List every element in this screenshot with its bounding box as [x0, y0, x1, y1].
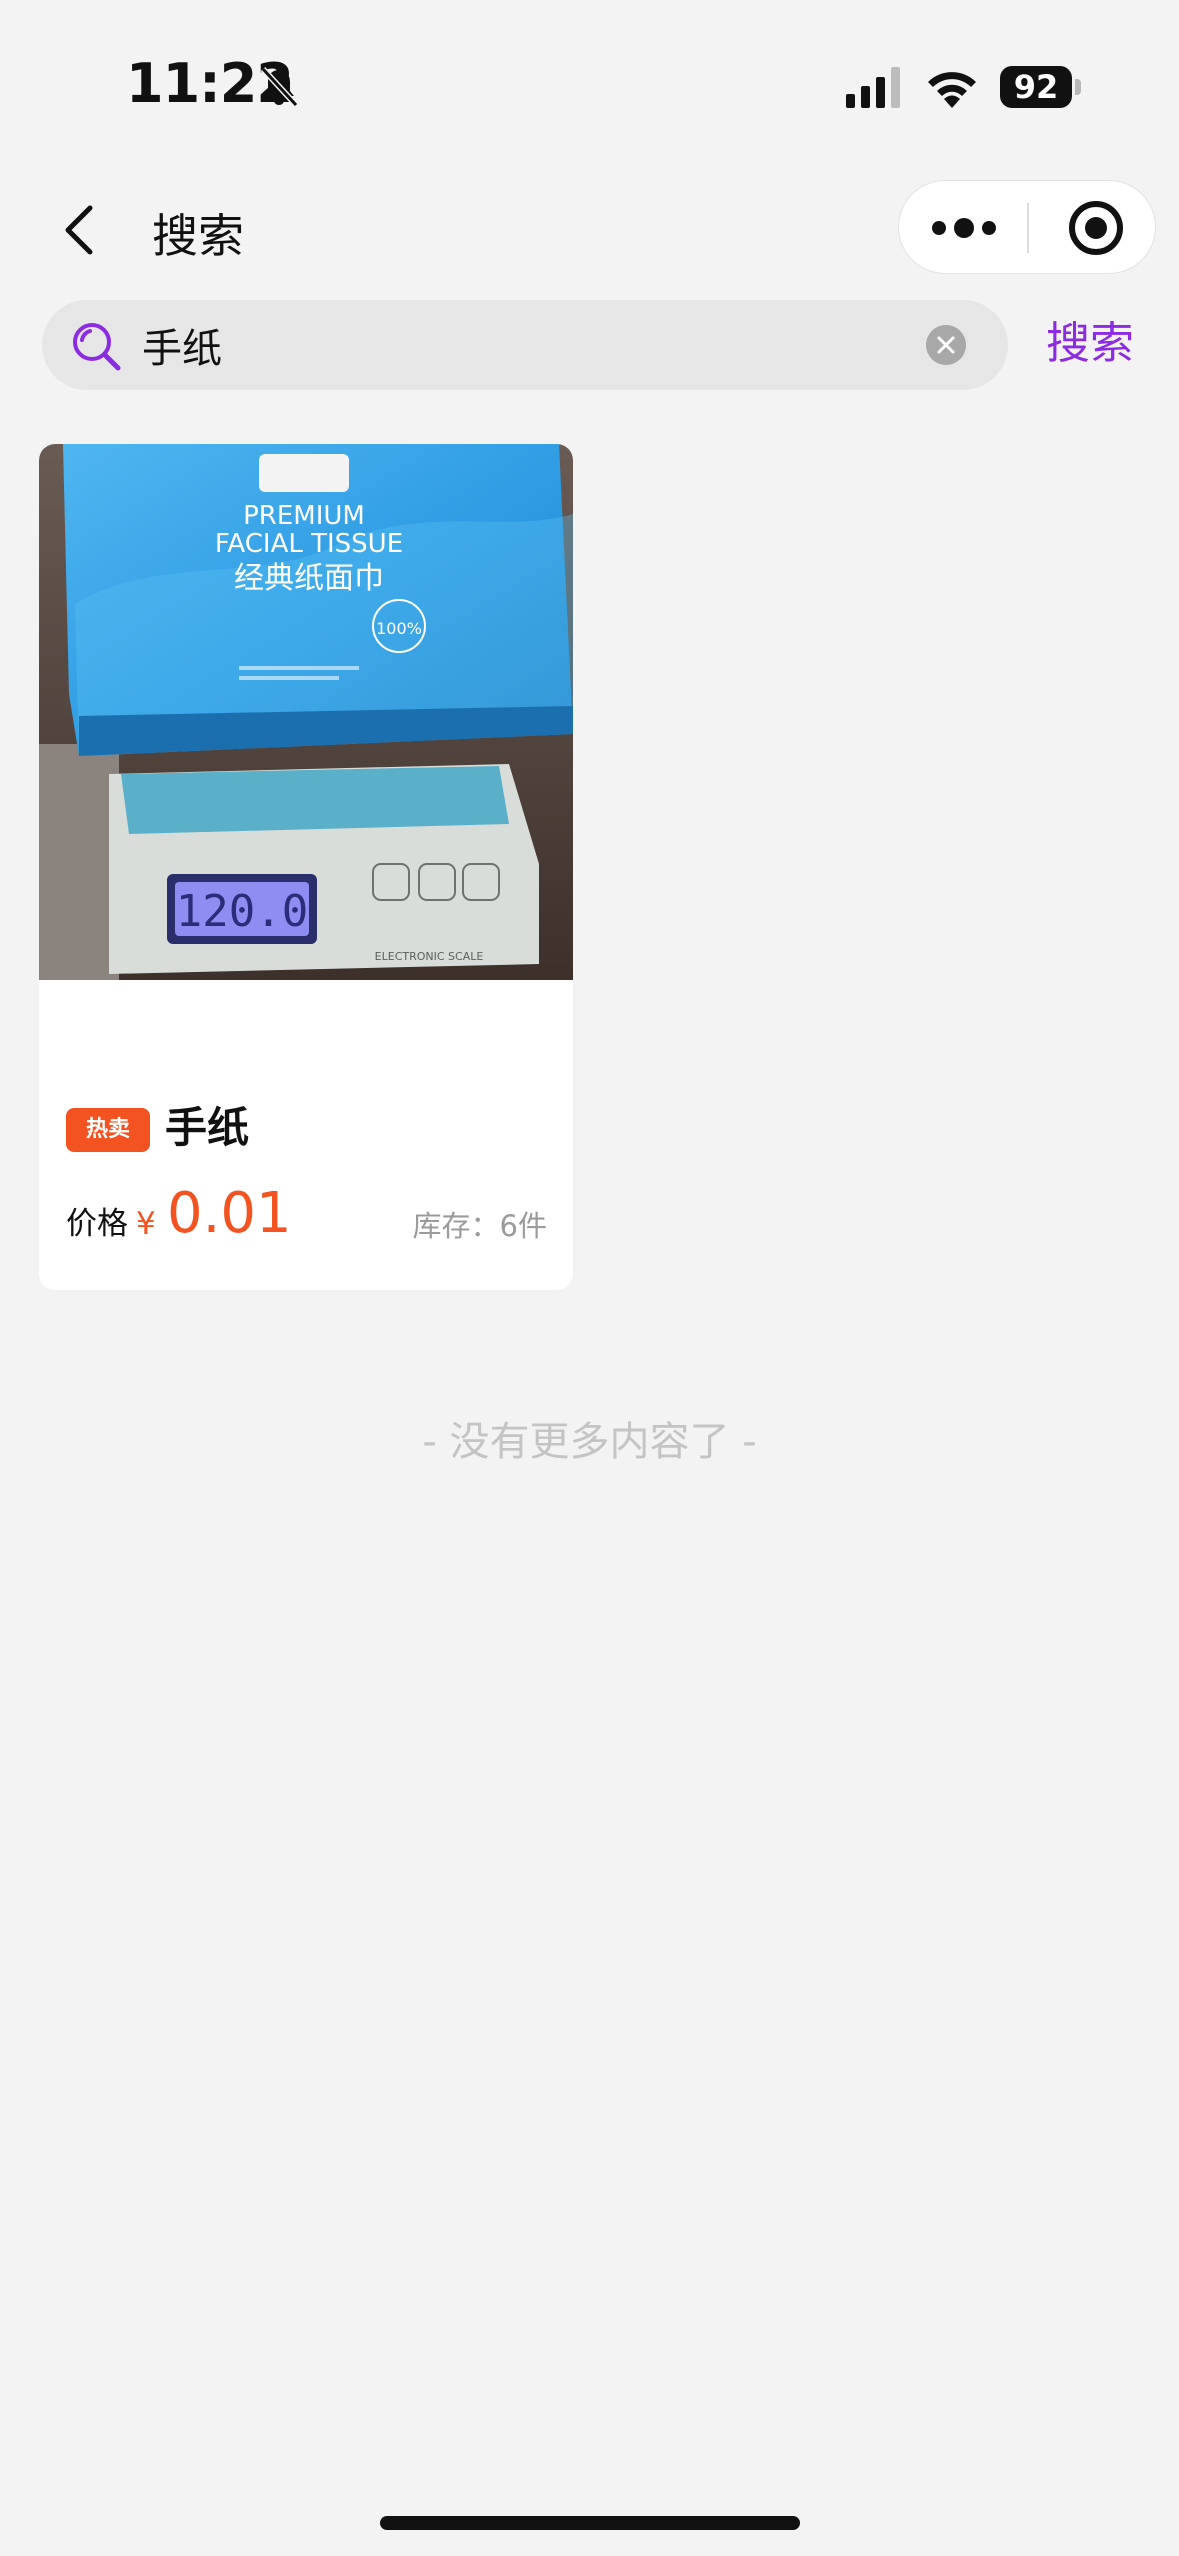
- signal-icon: [846, 67, 900, 108]
- target-icon[interactable]: [1067, 199, 1125, 257]
- stock-text: 库存：6件: [412, 1209, 547, 1243]
- page-title: 搜索: [152, 209, 244, 263]
- scale-label-text: ELECTRONIC SCALE: [375, 950, 484, 963]
- battery-nub: [1075, 79, 1081, 95]
- product-card[interactable]: 120.0 ELECTRONIC SCALE PREMIUM FACIAL TI…: [39, 444, 573, 1290]
- home-indicator[interactable]: [380, 2516, 800, 2530]
- package-text-premium: PREMIUM: [243, 501, 365, 531]
- mini-program-capsule: [898, 180, 1156, 274]
- package-text-facial-tissue: FACIAL TISSUE: [215, 529, 403, 559]
- price-value: 0.01: [167, 1181, 292, 1246]
- more-icon[interactable]: [929, 205, 999, 251]
- search-icon: [73, 323, 121, 371]
- no-more-content: - 没有更多内容了 -: [422, 1419, 757, 1465]
- price-currency: ¥: [136, 1206, 156, 1242]
- price-label: 价格: [66, 1206, 128, 1242]
- navigation-header: 搜索: [0, 170, 1179, 290]
- bell-off-icon: [260, 66, 299, 108]
- product-image[interactable]: 120.0 ELECTRONIC SCALE PREMIUM FACIAL TI…: [39, 444, 573, 980]
- hot-sale-badge: 热卖: [66, 1108, 150, 1152]
- capsule-divider: [1027, 203, 1029, 253]
- search-input[interactable]: [142, 300, 922, 390]
- scale-display-text: 120.0: [176, 886, 308, 937]
- wifi-icon: [928, 72, 976, 108]
- package-text-chinese: 经典纸面巾: [234, 561, 384, 596]
- clear-icon[interactable]: [926, 325, 966, 365]
- package-text-percent: 100%: [376, 619, 422, 638]
- battery-icon: 92: [1000, 66, 1072, 108]
- back-icon[interactable]: [52, 200, 112, 260]
- product-name: 手纸: [165, 1103, 250, 1152]
- status-bar: 11:22 92: [0, 0, 1179, 170]
- search-button[interactable]: 搜索: [1046, 312, 1134, 376]
- search-bar[interactable]: [42, 300, 1008, 390]
